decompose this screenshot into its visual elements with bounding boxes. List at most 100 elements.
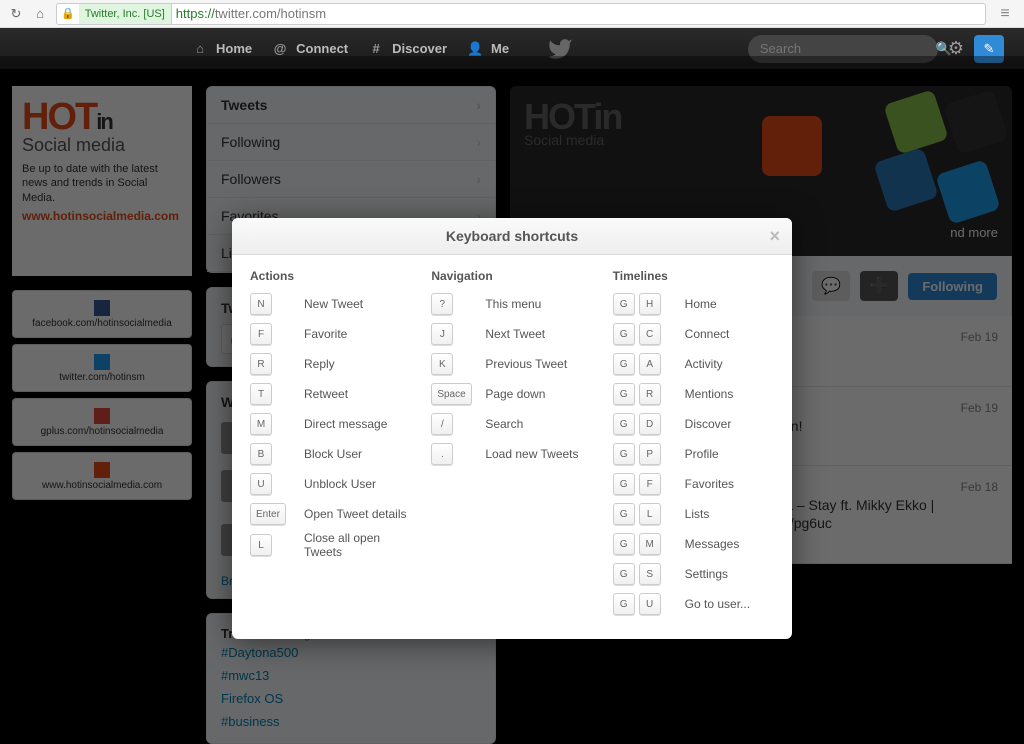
- shortcut-label: This menu: [485, 297, 541, 311]
- shortcut-label: Discover: [685, 417, 732, 431]
- key-L: L: [250, 534, 272, 556]
- shortcut-label: Block User: [304, 447, 362, 461]
- key-P: P: [639, 443, 661, 465]
- shortcut-label: Settings: [685, 567, 728, 581]
- shortcut-label: Profile: [685, 447, 719, 461]
- key-H: H: [639, 293, 661, 315]
- key-G: G: [613, 353, 635, 375]
- key-M: M: [639, 533, 661, 555]
- shortcut-row: ? This menu: [431, 291, 592, 317]
- shortcut-row: F Favorite: [250, 321, 411, 347]
- shortcut-row: GCConnect: [613, 321, 774, 347]
- shortcut-row: MDirect message: [250, 411, 411, 437]
- key-G: G: [613, 563, 635, 585]
- modal-header: Keyboard shortcuts ×: [232, 218, 792, 255]
- shortcut-label: Messages: [685, 537, 740, 551]
- key-F: F: [639, 473, 661, 495]
- shortcut-row: GD Discover: [613, 411, 774, 437]
- shortcut-label: Previous Tweet: [485, 357, 567, 371]
- key-M: M: [250, 413, 272, 435]
- key-S: S: [639, 563, 661, 585]
- key-G: G: [613, 533, 635, 555]
- key-G: G: [613, 593, 635, 615]
- shortcut-row: GRMentions: [613, 381, 774, 407]
- key-R: R: [639, 383, 661, 405]
- shortcut-column: TimelinesGHHomeGCConnectGAActivityGRMent…: [613, 269, 774, 621]
- shortcut-label: Go to user...: [685, 597, 750, 611]
- shortcut-label: Load new Tweets: [485, 447, 578, 461]
- modal-title: Keyboard shortcuts: [446, 228, 578, 244]
- shortcut-label: Reply: [304, 357, 335, 371]
- shortcut-row: Enter Open Tweet details: [250, 501, 411, 527]
- shortcut-label: Unblock User: [304, 477, 376, 491]
- key-A: A: [639, 353, 661, 375]
- shortcut-column: Navigation? This menu J Next Tweet K Previous…: [431, 269, 592, 621]
- shortcut-row: SpacePage down: [431, 381, 592, 407]
- shortcut-label: New Tweet: [304, 297, 363, 311]
- key-T: T: [250, 383, 272, 405]
- key-U: U: [250, 473, 272, 495]
- shortcut-row: N New Tweet: [250, 291, 411, 317]
- lock-icon: 🔒: [57, 7, 79, 20]
- key-N: N: [250, 293, 272, 315]
- key-?: ?: [431, 293, 453, 315]
- key-R: R: [250, 353, 272, 375]
- key-J: J: [431, 323, 453, 345]
- column-header: Actions: [250, 269, 411, 283]
- column-header: Timelines: [613, 269, 774, 283]
- shortcut-row: T Retweet: [250, 381, 411, 407]
- key-Enter: Enter: [250, 503, 286, 525]
- shortcut-label: Mentions: [685, 387, 734, 401]
- key-D: D: [639, 413, 661, 435]
- key-G: G: [613, 443, 635, 465]
- shortcut-row: B Block User: [250, 441, 411, 467]
- shortcut-label: Connect: [685, 327, 730, 341]
- shortcut-row: GM Messages: [613, 531, 774, 557]
- shortcut-row: / Search: [431, 411, 592, 437]
- key-K: K: [431, 353, 453, 375]
- shortcut-row: GH Home: [613, 291, 774, 317]
- key-L: L: [639, 503, 661, 525]
- shortcut-label: Search: [485, 417, 523, 431]
- key-/: /: [431, 413, 453, 435]
- close-icon[interactable]: ×: [769, 226, 780, 247]
- key-G: G: [613, 293, 635, 315]
- shortcut-row: GLLists: [613, 501, 774, 527]
- shortcut-label: Next Tweet: [485, 327, 545, 341]
- ssl-cert: Twitter, Inc. [US]: [79, 4, 172, 24]
- shortcut-column: Actions N New Tweet F Favorite R Reply T Retweet…: [250, 269, 411, 621]
- shortcut-label: Open Tweet details: [304, 507, 407, 521]
- shortcut-row: J Next Tweet: [431, 321, 592, 347]
- shortcut-label: Favorites: [685, 477, 734, 491]
- shortcut-row: GA Activity: [613, 351, 774, 377]
- shortcut-label: Close all open Tweets: [304, 531, 411, 559]
- shortcut-row: R Reply: [250, 351, 411, 377]
- shortcut-row: GUGo to user...: [613, 591, 774, 617]
- url-bar[interactable]: 🔒 Twitter, Inc. [US] https://twitter.com…: [56, 3, 986, 25]
- url-text: https://twitter.com/hotinsm: [172, 6, 330, 21]
- key-.: .: [431, 443, 453, 465]
- keyboard-shortcuts-modal: Keyboard shortcuts × ActionsNNew TweetFF…: [232, 218, 792, 639]
- browser-menu-icon[interactable]: ≡: [994, 3, 1016, 25]
- shortcut-label: Activity: [685, 357, 723, 371]
- shortcut-label: Favorite: [304, 327, 347, 341]
- key-G: G: [613, 413, 635, 435]
- reload-icon[interactable]: ↻: [8, 6, 24, 22]
- key-G: G: [613, 473, 635, 495]
- column-header: Navigation: [431, 269, 592, 283]
- shortcut-row: GF Favorites: [613, 471, 774, 497]
- shortcut-row: U Unblock User: [250, 471, 411, 497]
- shortcut-row: . Load new Tweets: [431, 441, 592, 467]
- shortcut-label: Lists: [685, 507, 710, 521]
- key-C: C: [639, 323, 661, 345]
- home-icon[interactable]: ⌂: [32, 6, 48, 22]
- key-B: B: [250, 443, 272, 465]
- search-input[interactable]: [760, 41, 936, 56]
- shortcut-label: Home: [685, 297, 717, 311]
- shortcut-row: GP Profile: [613, 441, 774, 467]
- key-F: F: [250, 323, 272, 345]
- shortcut-row: GS Settings: [613, 561, 774, 587]
- shortcut-row: L Close all open Tweets: [250, 531, 411, 559]
- shortcut-row: K Previous Tweet: [431, 351, 592, 377]
- shortcut-label: Retweet: [304, 387, 348, 401]
